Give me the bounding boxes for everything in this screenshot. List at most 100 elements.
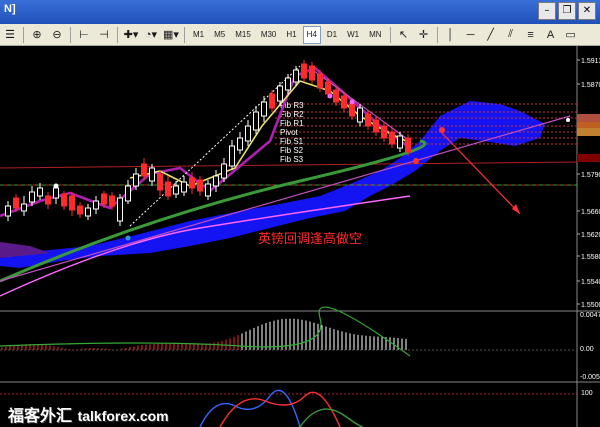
auto-scroll-icon[interactable]: ⊣ [95,26,113,44]
candle-body [21,203,27,212]
macd-tick-label: 0.00 [580,346,594,353]
fibonacci-icon[interactable]: ≡ [522,26,540,44]
crosshair-icon[interactable]: ✛ [415,26,433,44]
chart-shift-icon[interactable]: ⊢ [75,26,93,44]
text-icon[interactable]: A [542,26,560,44]
label-icon[interactable]: ▭ [562,26,580,44]
fib-label: Fib R2 [280,110,304,119]
candle-body [365,113,371,127]
period-button-m5[interactable]: M5 [210,26,229,44]
candle-body [149,167,155,182]
candle-body [77,205,83,215]
templates-icon[interactable]: ▦▾ [162,26,180,44]
marker-dot [349,99,355,105]
price-tick-label: 1.5580 [581,254,600,261]
candle-body [245,125,251,142]
macd-tick-label: 0.0047 [580,312,600,319]
period-buttons: M1 M5 M15 M30 H1 H4 D1 W1 MN [188,25,387,44]
fib-label: Fib R1 [280,119,304,128]
price-tag [577,128,600,136]
candle-body [197,179,203,192]
marker-dot [125,235,131,241]
window-controls: – ❐ ✕ [538,2,596,20]
marker-dot [439,127,445,133]
candle-body [85,207,91,217]
cursor-icon[interactable]: ↖ [395,26,413,44]
toolbar-separator [23,26,24,43]
candle-body [349,103,355,117]
rsi-line [199,389,301,427]
candle-body [229,145,235,167]
candle-body [165,181,171,197]
period-button-m1[interactable]: M1 [189,26,208,44]
candle-body [141,163,147,177]
fib-label: Fib S1 [280,137,304,146]
window-title: N] [4,3,16,15]
toolbar-separator [389,26,391,43]
toolbar-separator [117,26,118,43]
price-tick-label: 1.5660 [581,209,600,216]
candle-body [301,63,307,79]
candle-body [269,93,275,109]
minimize-icon[interactable]: – [538,2,556,20]
price-tick-label: 1.5620 [581,232,600,239]
watermark-name: 福客外汇 [8,406,73,425]
marker-dot [413,158,419,164]
period-button-d1[interactable]: D1 [323,26,341,44]
candle-body [93,200,99,210]
fib-label: Fib S3 [280,155,304,164]
marker-dot [53,183,59,189]
toolbar-separator [436,26,438,43]
chart-toolbar: ☰ ⊕ ⊖ ⊢ ⊣ ✚▾ ◔▾ ▦▾ M1 M5 M15 M30 H1 H4 D1 W1 MN … [0,24,600,46]
candle-body [405,137,411,153]
period-button-mn[interactable]: MN [365,26,385,44]
fib-label: Pivot [280,128,299,137]
channel-icon[interactable]: ⫽ [502,26,520,44]
price-tick-label: 1.5913 [581,58,600,65]
candle-body [45,195,51,205]
candle-body [109,195,115,207]
candle-body [157,173,163,191]
price-tick-label: 1.5870 [581,82,600,89]
candle-body [221,163,227,179]
rsi-line [299,408,370,427]
candle-body [373,119,379,133]
price-tag [577,114,600,122]
price-tick-label: 1.5500 [581,302,600,309]
watermark: 福客外汇 talkforex.com [8,402,169,426]
close-icon[interactable]: ✕ [578,2,596,20]
candle-body [213,175,219,187]
candle-body [189,177,195,189]
marker-dot [566,118,570,122]
vertical-line-icon[interactable]: │ [442,26,460,44]
text-tool-icon[interactable]: ☰ [1,26,19,44]
restore-icon[interactable]: ❐ [558,2,576,20]
period-button-h4[interactable]: H4 [302,25,321,44]
candle-body [381,125,387,139]
candle-body [181,181,187,193]
periods-icon[interactable]: ◔▾ [142,26,160,44]
period-button-h1[interactable]: H1 [282,26,300,44]
candle-body [253,111,259,131]
indicators-icon[interactable]: ✚▾ [122,26,140,44]
horizontal-line-icon[interactable]: ─ [462,26,480,44]
period-button-w1[interactable]: W1 [343,26,363,44]
zoom-out-icon[interactable]: ⊖ [48,26,66,44]
candle-body [317,73,323,89]
candle-body [53,187,59,199]
candle-body [37,187,43,197]
candle-body [61,193,67,207]
candle-body [357,107,363,123]
candle-body [277,85,283,102]
candle-body [205,183,211,197]
candle-body [389,131,395,145]
window-titlebar: N] – ❐ ✕ [0,0,600,24]
period-button-m30[interactable]: M30 [257,26,281,44]
zoom-in-icon[interactable]: ⊕ [28,26,46,44]
candle-body [5,205,11,217]
chart-annotation: 英镑回调逢高做空 [258,232,363,247]
period-button-m15[interactable]: M15 [231,26,255,44]
marker-dot [327,93,333,99]
trendline-icon[interactable]: ╱ [482,26,500,44]
candle-body [261,101,267,117]
